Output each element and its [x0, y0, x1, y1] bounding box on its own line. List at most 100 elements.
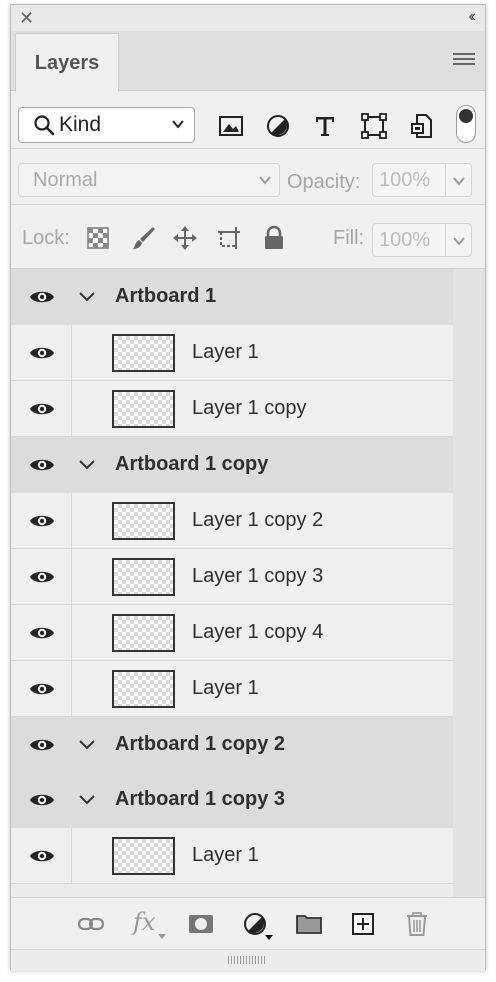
panel-titlebar: ✕ ‹‹	[11, 5, 485, 31]
layer-row[interactable]: Layer 1 copy	[11, 381, 453, 437]
layer-name: Layer 1 copy 3	[192, 565, 324, 587]
artboard-name: Artboard 1 copy	[115, 453, 269, 475]
panel-tabbar: Layers	[11, 31, 485, 92]
layer-thumbnail	[112, 558, 175, 596]
layer-row[interactable]: Layer 1 copy 2	[11, 493, 453, 549]
visibility-eye-icon[interactable]	[29, 846, 55, 866]
lock-row: Lock: Fill: 100%	[11, 205, 485, 269]
new-layer-icon[interactable]	[349, 910, 377, 938]
artboard-name: Artboard 1	[115, 285, 217, 307]
layer-name: Layer 1	[192, 844, 259, 866]
layer-thumbnail	[112, 502, 175, 540]
layer-row[interactable]: Layer 1 copy 4	[11, 605, 453, 661]
filter-toggle-switch[interactable]	[456, 105, 476, 143]
delete-trash-icon[interactable]	[403, 910, 431, 938]
visibility-eye-icon[interactable]	[29, 343, 55, 363]
lock-artboard-nesting-icon[interactable]	[216, 225, 242, 251]
chevron-down-icon	[172, 120, 184, 129]
panel-menu-icon[interactable]	[453, 53, 475, 67]
visibility-eye-icon[interactable]	[29, 287, 55, 307]
close-icon[interactable]: ✕	[19, 9, 34, 27]
layer-thumbnail	[112, 614, 175, 652]
visibility-eye-icon[interactable]	[29, 399, 55, 419]
visibility-eye-icon[interactable]	[29, 567, 55, 587]
artboard-row[interactable]: Artboard 1 copy 2	[11, 717, 453, 772]
artboard-row[interactable]: Artboard 1 copy	[11, 437, 453, 493]
eye-column-divider	[71, 381, 72, 436]
layer-thumbnail	[112, 334, 175, 372]
filter-row: Kind	[11, 91, 485, 149]
blend-mode-value: Normal	[33, 168, 98, 191]
visibility-eye-icon[interactable]	[29, 511, 55, 531]
lock-transparent-pixels-icon[interactable]	[85, 225, 111, 251]
adjustment-menu-triangle-icon	[265, 935, 273, 940]
visibility-eye-icon[interactable]	[29, 790, 55, 810]
layer-name: Layer 1 copy	[192, 397, 307, 419]
lock-position-move-icon[interactable]	[172, 225, 198, 251]
visibility-eye-icon[interactable]	[29, 679, 55, 699]
link-layers-icon[interactable]	[77, 910, 105, 938]
artboard-name: Artboard 1 copy 2	[115, 733, 286, 755]
eye-column-divider	[71, 605, 72, 660]
layer-thumbnail	[112, 390, 175, 428]
lock-label: Lock:	[22, 227, 70, 249]
shape-filter-icon[interactable]	[361, 113, 387, 139]
fx-icon[interactable]: fx	[133, 908, 155, 936]
eye-column-divider	[71, 661, 72, 716]
tab-layers[interactable]: Layers	[15, 33, 119, 92]
lock-image-pixels-brush-icon[interactable]	[131, 225, 157, 251]
fill-dropdown-button[interactable]	[446, 223, 472, 257]
artboard-name: Artboard 1 copy 3	[115, 788, 286, 810]
layer-name: Layer 1	[192, 677, 259, 699]
layers-list: Artboard 1 Layer 1 Layer 1 copy Artboard 1 …	[11, 269, 453, 897]
panel-resize-grip[interactable]	[11, 949, 485, 971]
layer-name: Layer 1	[192, 341, 259, 363]
layer-thumbnail	[112, 670, 175, 708]
layer-row[interactable]: Layer 1	[11, 325, 453, 381]
collapse-panel-icon[interactable]: ‹‹	[468, 8, 475, 26]
smart-object-filter-icon[interactable]	[409, 113, 435, 139]
search-icon	[34, 115, 55, 136]
layer-thumbnail	[112, 837, 175, 875]
layer-mask-icon[interactable]	[187, 910, 215, 938]
opacity-label: Opacity:	[287, 171, 361, 193]
blend-row: Normal Opacity: 100%	[11, 149, 485, 205]
bottom-toolbar: fx	[11, 897, 485, 949]
layers-panel: ✕ ‹‹ Layers Kind Normal Opacity: 100% Lo…	[10, 4, 486, 971]
fill-label: Fill:	[333, 227, 365, 249]
kind-filter-select[interactable]: Kind	[18, 107, 195, 143]
lock-all-padlock-icon[interactable]	[261, 225, 287, 251]
chevron-down-icon[interactable]	[77, 456, 97, 474]
opacity-input[interactable]: 100%	[372, 163, 446, 197]
visibility-eye-icon[interactable]	[29, 623, 55, 643]
adjustment-layer-icon[interactable]	[241, 910, 269, 938]
layers-scrollbar[interactable]	[453, 269, 485, 897]
artboard-row[interactable]: Artboard 1 copy 3	[11, 772, 453, 828]
adjustment-filter-icon[interactable]	[265, 113, 291, 139]
blend-mode-select[interactable]: Normal	[18, 163, 280, 197]
artboard-row[interactable]: Artboard 1	[11, 269, 453, 325]
layer-name: Layer 1 copy 2	[192, 509, 324, 531]
layer-name: Layer 1 copy 4	[192, 621, 324, 643]
layer-row[interactable]: Layer 1	[11, 828, 453, 884]
chevron-down-icon	[453, 177, 465, 186]
chevron-down-icon	[259, 176, 271, 185]
fx-menu-triangle-icon	[158, 934, 166, 939]
chevron-down-icon[interactable]	[77, 791, 97, 809]
eye-column-divider	[71, 325, 72, 380]
eye-column-divider	[71, 828, 72, 883]
eye-column-divider	[71, 493, 72, 548]
image-filter-icon[interactable]	[218, 113, 244, 139]
layer-row[interactable]: Layer 1 copy 3	[11, 549, 453, 605]
visibility-eye-icon[interactable]	[29, 455, 55, 475]
visibility-eye-icon[interactable]	[29, 735, 55, 755]
chevron-down-icon[interactable]	[77, 288, 97, 306]
opacity-dropdown-button[interactable]	[446, 163, 472, 197]
eye-column-divider	[71, 549, 72, 604]
layer-row[interactable]: Layer 1	[11, 661, 453, 717]
fill-input[interactable]: 100%	[372, 223, 446, 257]
chevron-down-icon	[453, 237, 465, 246]
type-filter-icon[interactable]	[312, 113, 338, 139]
chevron-down-icon[interactable]	[77, 736, 97, 754]
new-group-folder-icon[interactable]	[295, 910, 323, 938]
